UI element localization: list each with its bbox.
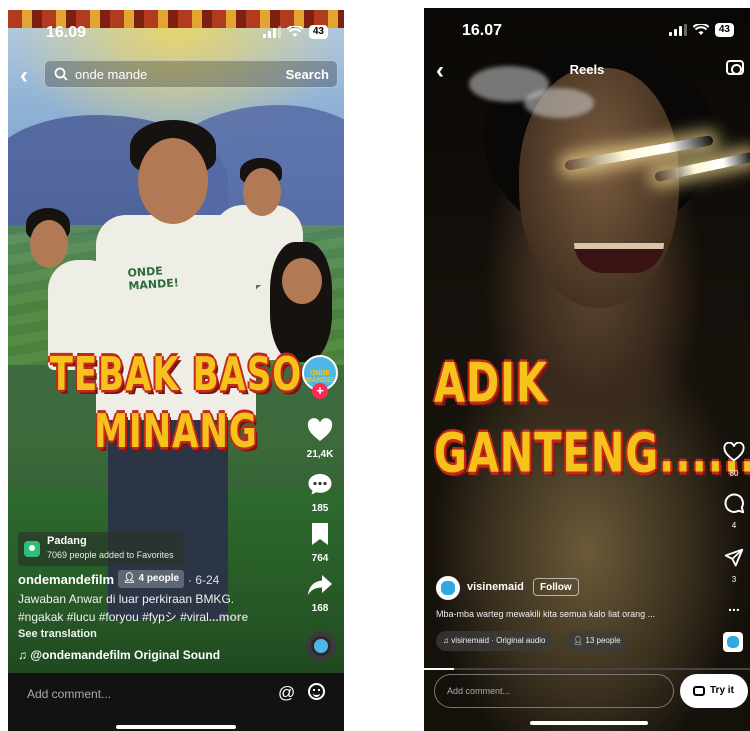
emoji-icon[interactable] bbox=[308, 683, 325, 700]
heart-icon[interactable] bbox=[307, 418, 333, 442]
comment-input[interactable]: Add comment... bbox=[27, 687, 111, 701]
bookmark-icon[interactable] bbox=[310, 522, 330, 546]
shirt-print: ONDE MANDE! bbox=[127, 264, 180, 293]
battery-icon: 43 bbox=[714, 23, 734, 37]
search-button[interactable]: Search bbox=[286, 67, 329, 82]
audio-label: visinemaid · Original audio bbox=[451, 636, 546, 645]
comment-count: 4 bbox=[731, 521, 737, 530]
more-link[interactable]: ...more bbox=[209, 610, 248, 624]
share-icon[interactable] bbox=[307, 574, 333, 596]
share-count: 3 bbox=[731, 575, 737, 584]
like-count: 80 bbox=[729, 469, 739, 478]
video-progress-bar[interactable] bbox=[424, 668, 750, 670]
camera-icon bbox=[693, 686, 705, 696]
more-options-icon[interactable]: ... bbox=[720, 598, 748, 614]
creator-avatar-button[interactable]: ONDE MANDE! + bbox=[297, 355, 343, 399]
signal-icon bbox=[668, 24, 687, 36]
try-it-button[interactable]: Try it bbox=[680, 674, 748, 708]
share-count: 168 bbox=[311, 603, 329, 614]
description-line2: #ngakak #lucu #foryou #fypシ #viral...mor… bbox=[18, 608, 248, 625]
search-input[interactable]: onde mande bbox=[75, 67, 147, 82]
reels-screen: 16.07 43 ‹ Reels ADIK GANTENG...... 80 4… bbox=[424, 8, 750, 731]
description[interactable]: Mba-mba warteg mewakili kita semua kalo … bbox=[436, 609, 655, 619]
sound-link[interactable]: ♫ @ondemandefilm Original Sound bbox=[18, 648, 220, 662]
comment-button[interactable]: 4 bbox=[720, 492, 748, 530]
people-label: 13 people bbox=[585, 636, 621, 645]
save-button[interactable]: 764 bbox=[297, 522, 343, 564]
username[interactable]: ondemandefilm bbox=[18, 572, 114, 587]
comment-count: 185 bbox=[311, 503, 329, 514]
back-icon[interactable]: ‹ bbox=[20, 62, 28, 90]
location-chip[interactable]: Padang 7069 people added to Favorites bbox=[18, 532, 183, 566]
follow-button[interactable]: Follow bbox=[533, 578, 579, 596]
status-bar: 16.09 43 bbox=[8, 10, 344, 54]
home-indicator bbox=[116, 725, 236, 729]
like-count: 21,4K bbox=[306, 449, 334, 460]
location-title: Padang bbox=[47, 535, 87, 547]
status-bar: 16.07 43 bbox=[424, 8, 750, 52]
save-count: 764 bbox=[311, 553, 329, 564]
person-icon: 👤︎ bbox=[123, 573, 139, 584]
comment-icon[interactable] bbox=[307, 472, 333, 496]
video-overlay-text-line2: GANTENG...... bbox=[434, 423, 750, 486]
status-time: 16.09 bbox=[46, 24, 87, 41]
battery-icon: 43 bbox=[308, 25, 328, 39]
follow-plus-icon[interactable]: + bbox=[312, 383, 328, 399]
comment-input-field[interactable]: Add comment... bbox=[434, 674, 674, 708]
search-bar[interactable]: onde mande Search bbox=[44, 60, 338, 88]
comment-input[interactable]: Add comment... bbox=[447, 686, 510, 696]
video-overlay-text-line1: ADIK bbox=[434, 353, 549, 416]
location-subtitle: 7069 people added to Favorites bbox=[47, 550, 174, 560]
wifi-icon bbox=[692, 24, 709, 35]
share-button[interactable]: 3 bbox=[720, 548, 748, 584]
status-icons: 43 bbox=[262, 25, 328, 39]
smoke-effect bbox=[524, 88, 594, 118]
hashtags[interactable]: #ngakak #lucu #foryou #fypシ #viral bbox=[18, 610, 209, 624]
comment-button[interactable]: 185 bbox=[297, 472, 343, 514]
search-icon bbox=[54, 67, 68, 81]
camera-icon[interactable] bbox=[726, 60, 744, 75]
people-tag-label: 4 people bbox=[138, 573, 180, 584]
audio-chip[interactable]: ♫ visinemaid · Original audio bbox=[436, 631, 553, 651]
people-tag[interactable]: 👤︎ 4 people bbox=[118, 570, 185, 588]
post-date: · 6-24 bbox=[188, 573, 220, 587]
status-time: 16.07 bbox=[462, 22, 503, 39]
signal-icon bbox=[262, 26, 281, 38]
music-disc-icon[interactable] bbox=[306, 631, 336, 661]
home-indicator bbox=[530, 721, 648, 725]
avatar[interactable] bbox=[436, 576, 460, 600]
location-pin-icon bbox=[24, 541, 40, 557]
video-overlay-text-line1: TEBAK BASO bbox=[49, 348, 303, 402]
status-icons: 43 bbox=[668, 23, 734, 37]
heart-icon[interactable] bbox=[723, 441, 745, 462]
music-note-icon: ♫ bbox=[443, 636, 452, 645]
try-it-label: Try it bbox=[710, 685, 734, 696]
share-button[interactable]: 168 bbox=[297, 574, 343, 614]
like-button[interactable]: 21,4K bbox=[297, 418, 343, 460]
video-overlay-text-line2: MINANG bbox=[94, 405, 258, 459]
at-icon[interactable]: @ bbox=[278, 683, 295, 703]
person-icon: 👤︎ bbox=[573, 636, 586, 645]
description-line1: Jawaban Anwar di luar perkiraan BMKG. bbox=[18, 592, 235, 606]
like-button[interactable]: 80 bbox=[720, 441, 748, 478]
page-title: Reels bbox=[569, 62, 605, 77]
tiktok-screen: ONDE MANDE! TEBAK BASO MINANG 16.09 43 ‹… bbox=[8, 10, 344, 731]
video-progress-fill bbox=[424, 668, 454, 670]
see-translation-link[interactable]: See translation bbox=[18, 628, 97, 640]
wifi-icon bbox=[286, 26, 303, 37]
audio-thumbnail[interactable] bbox=[723, 632, 743, 652]
comment-bar: Add comment... @ bbox=[8, 673, 344, 731]
username[interactable]: visinemaid bbox=[467, 581, 524, 593]
send-icon[interactable] bbox=[724, 548, 744, 568]
comment-icon[interactable] bbox=[723, 492, 745, 514]
people-chip[interactable]: 👤︎ 13 people bbox=[566, 631, 628, 651]
